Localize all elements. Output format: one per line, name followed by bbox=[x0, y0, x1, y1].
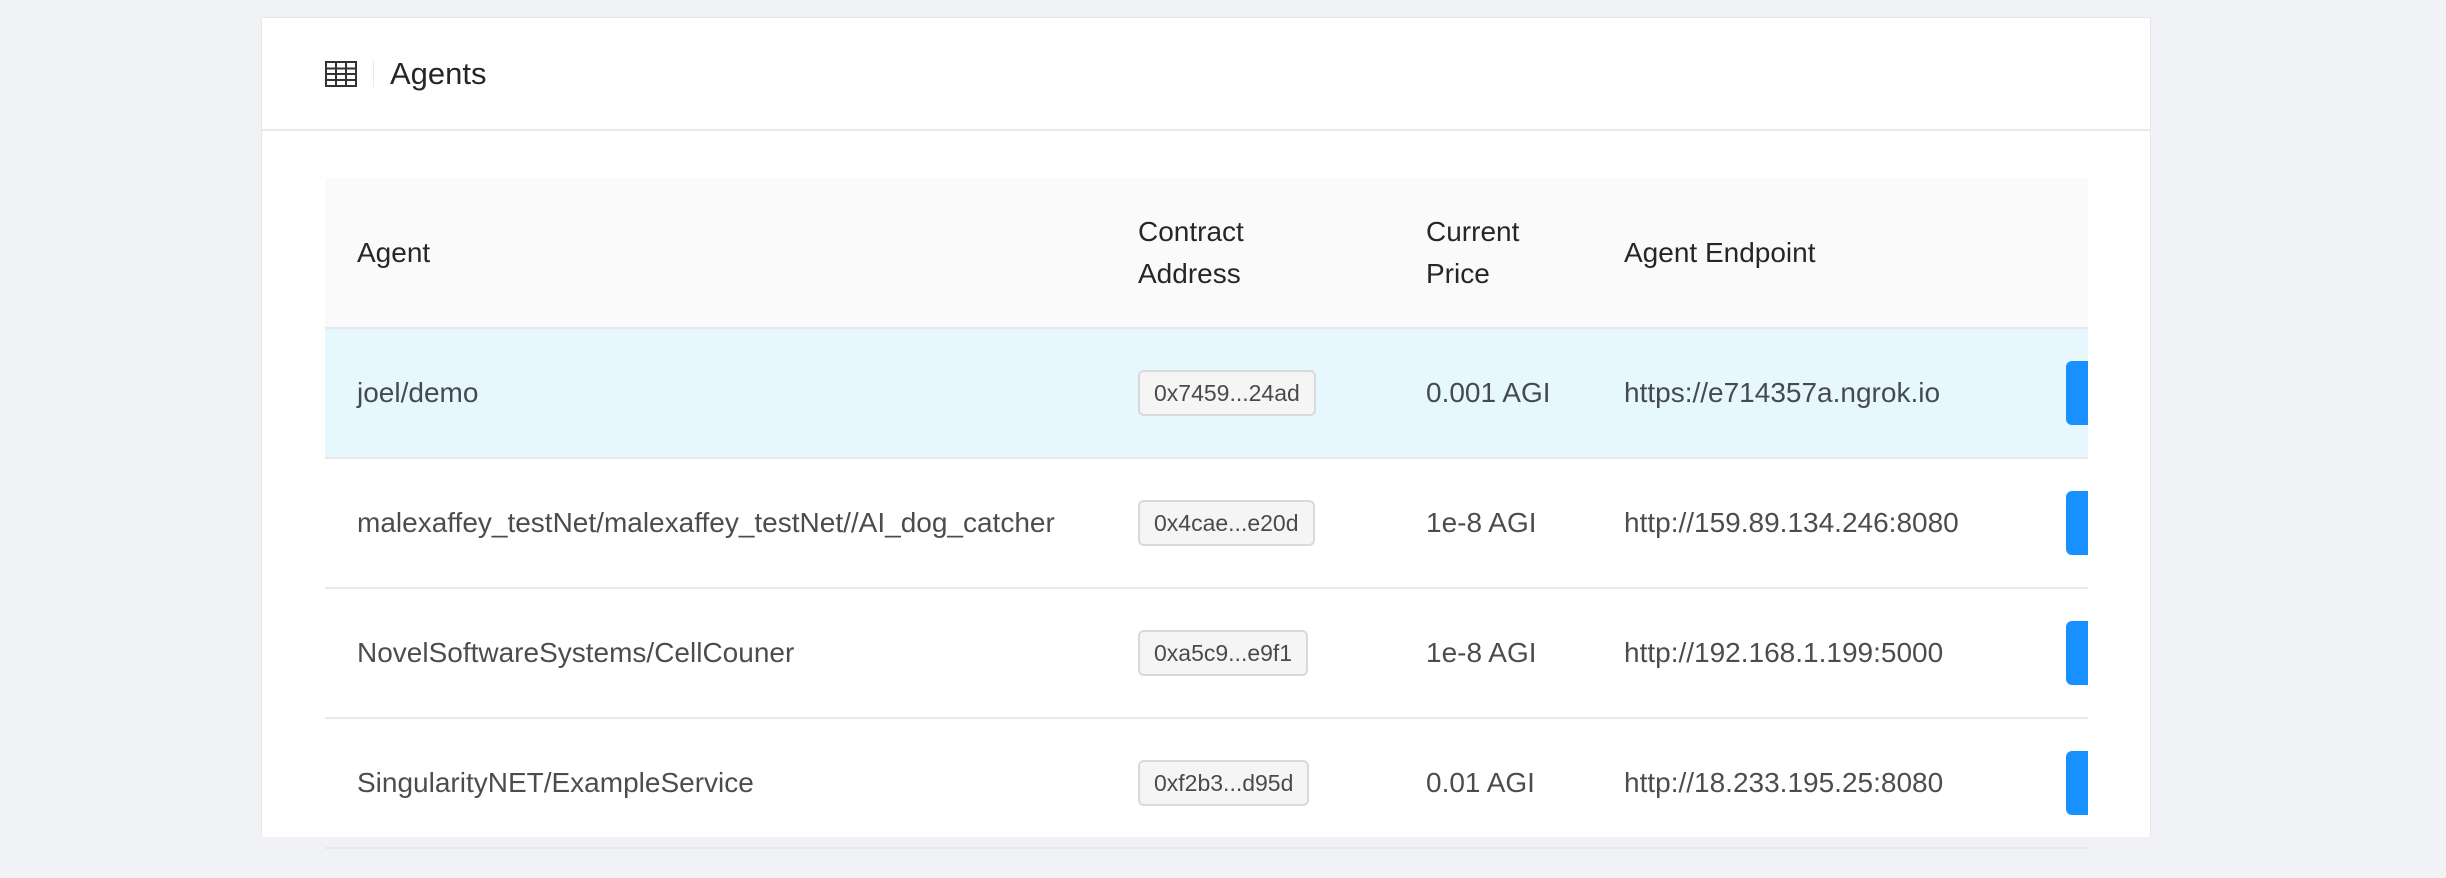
contract-address-tag: 0xf2b3...d95d bbox=[1138, 760, 1310, 806]
agent-endpoint: http://18.233.195.25:8080 bbox=[1592, 718, 2037, 849]
create-job-button[interactable] bbox=[2066, 361, 2088, 425]
current-price: 1e-8 AGI bbox=[1394, 588, 1592, 719]
action-cell bbox=[2037, 588, 2088, 719]
table-row[interactable]: SingularityNET/ExampleService 0xf2b3...d… bbox=[325, 718, 2088, 849]
create-job-button[interactable] bbox=[2066, 621, 2088, 685]
agent-endpoint: https://e714357a.ngrok.io bbox=[1592, 328, 2037, 459]
current-price: 0.001 AGI bbox=[1394, 328, 1592, 459]
contract-address-cell: 0xa5c9...e9f1 bbox=[1106, 588, 1394, 719]
agent-endpoint: http://159.89.134.246:8080 bbox=[1592, 458, 2037, 589]
column-header-contract-label-1: Contract bbox=[1138, 215, 1244, 247]
contract-address-cell: 0xf2b3...d95d bbox=[1106, 718, 1394, 849]
agent-name: malexaffey_testNet/malexaffey_testNet//A… bbox=[325, 458, 1106, 589]
action-cell bbox=[2037, 458, 2088, 589]
agents-table: Agent Contract Address Current Price Age… bbox=[325, 178, 2088, 849]
contract-address-tag: 0x4cae...e20d bbox=[1138, 500, 1315, 546]
table-row[interactable]: joel/demo 0x7459...24ad 0.001 AGI https:… bbox=[325, 328, 2088, 459]
column-header-endpoint-label: Agent Endpoint bbox=[1624, 236, 1816, 268]
agent-name: joel/demo bbox=[325, 328, 1106, 459]
agent-endpoint: http://192.168.1.199:5000 bbox=[1592, 588, 2037, 719]
agent-name: NovelSoftwareSystems/CellCouner bbox=[325, 588, 1106, 719]
column-header-agent-label: Agent bbox=[357, 236, 431, 268]
contract-address-tag: 0x7459...24ad bbox=[1138, 370, 1316, 416]
action-cell bbox=[2037, 328, 2088, 459]
table-row[interactable]: malexaffey_testNet/malexaffey_testNet//A… bbox=[325, 458, 2088, 589]
current-price: 1e-8 AGI bbox=[1394, 458, 1592, 589]
column-header-price-label-2: Price bbox=[1426, 257, 1490, 289]
page-title: Agents bbox=[390, 55, 487, 91]
table-header-row: Agent Contract Address Current Price Age… bbox=[325, 178, 2088, 329]
card-header: Agents bbox=[262, 18, 2150, 131]
contract-address-cell: 0x4cae...e20d bbox=[1106, 458, 1394, 589]
action-cell bbox=[2037, 718, 2088, 849]
column-header-agent: Agent bbox=[325, 178, 1106, 329]
column-header-contract-label-2: Address bbox=[1138, 257, 1241, 289]
column-header-agent-endpoint: Agent Endpoint bbox=[1592, 178, 2037, 329]
agents-card: Agents Agent Contract Address Current Pr… bbox=[261, 17, 2151, 849]
table-icon bbox=[325, 60, 357, 87]
contract-address-cell: 0x7459...24ad bbox=[1106, 328, 1394, 459]
agents-table-wrapper[interactable]: Agent Contract Address Current Price Age… bbox=[325, 178, 2088, 878]
column-header-actions bbox=[2037, 178, 2088, 329]
contract-address-tag: 0xa5c9...e9f1 bbox=[1138, 630, 1309, 676]
table-row[interactable]: NovelSoftwareSystems/CellCouner 0xa5c9..… bbox=[325, 588, 2088, 719]
column-header-price-label-1: Current bbox=[1426, 215, 1520, 247]
header-divider bbox=[373, 60, 374, 87]
agent-name: SingularityNET/ExampleService bbox=[325, 718, 1106, 849]
column-header-current-price: Current Price bbox=[1394, 178, 1592, 329]
column-header-contract-address: Contract Address bbox=[1106, 178, 1394, 329]
create-job-button[interactable] bbox=[2066, 491, 2088, 555]
current-price: 0.01 AGI bbox=[1394, 718, 1592, 849]
create-job-button[interactable] bbox=[2066, 751, 2088, 815]
